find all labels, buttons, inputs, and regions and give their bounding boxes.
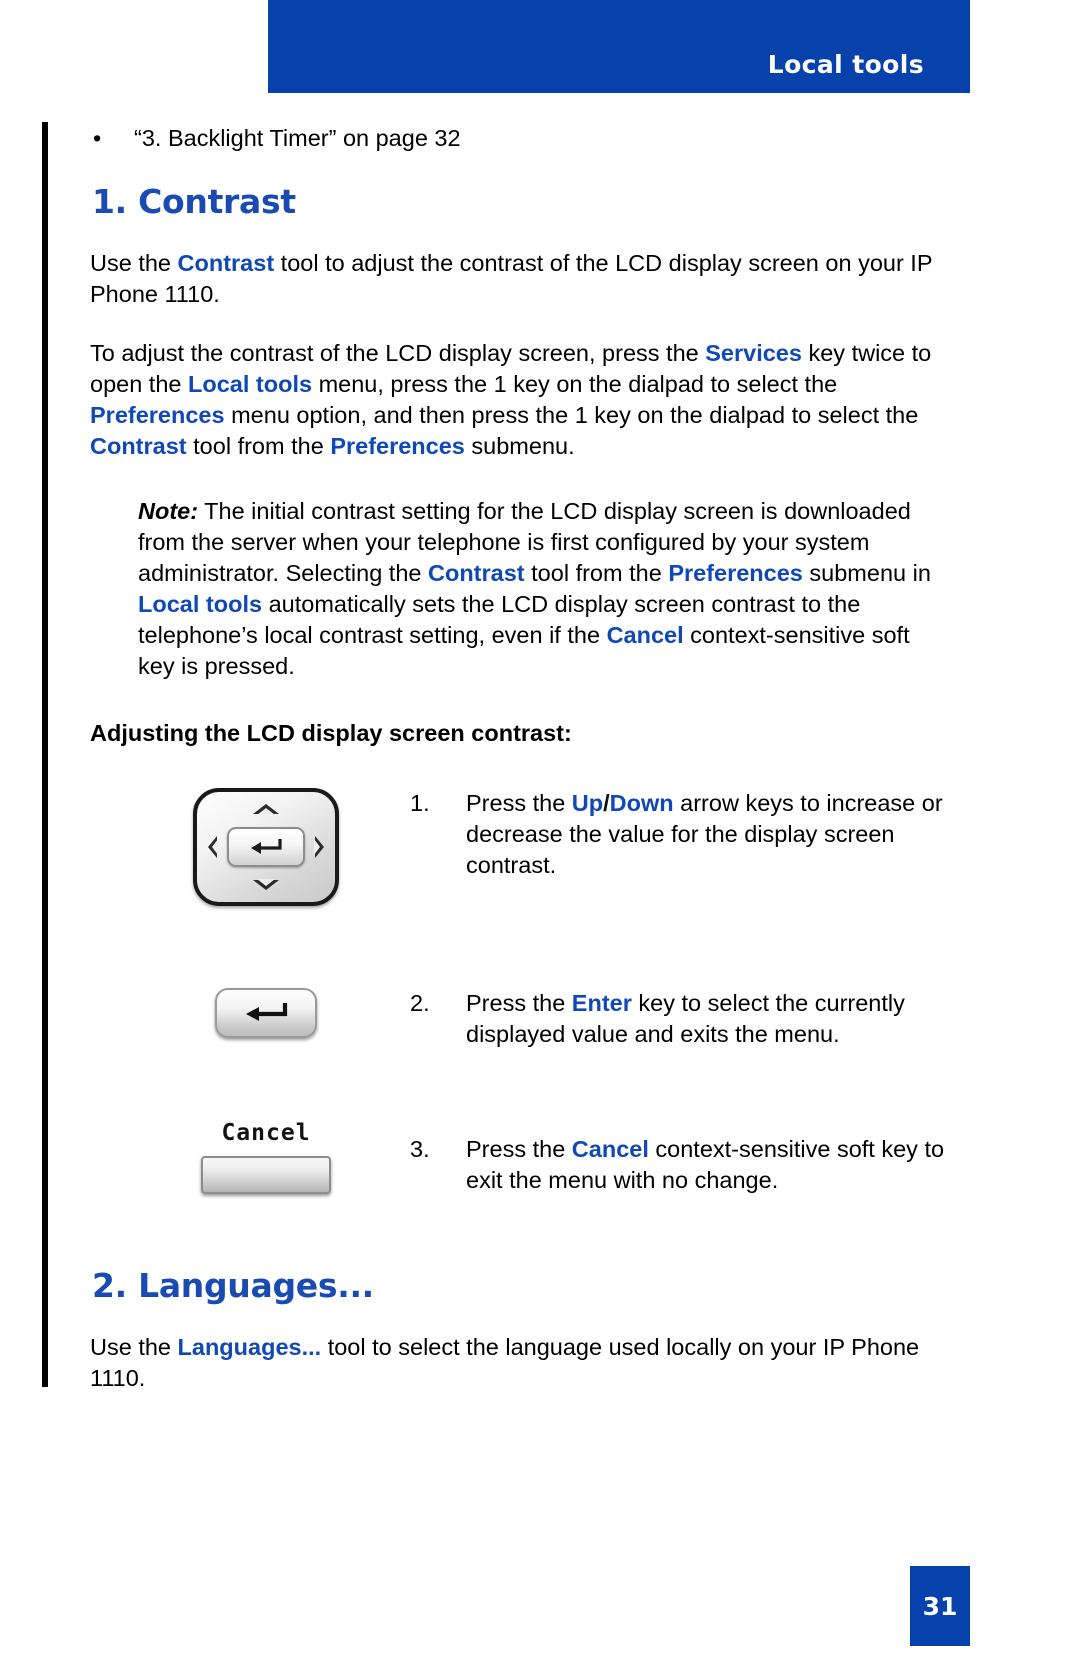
procedure-step: 1. Press the Up/Down arrow keys to incre… [90, 788, 950, 938]
page-number: 31 [922, 1591, 958, 1621]
languages-intro-paragraph: Use the Languages... tool to select the … [90, 1332, 950, 1394]
text-fragment: menu option, and then press the 1 key on… [224, 402, 919, 428]
keyword-local-tools: Local tools [188, 371, 313, 397]
text-fragment: Press the [466, 1136, 572, 1162]
text-fragment: Press the [466, 990, 572, 1016]
step-text: 1. Press the Up/Down arrow keys to incre… [410, 788, 950, 881]
navigation-cluster-icon [193, 788, 339, 906]
text-fragment: tool from the [524, 560, 669, 586]
page-header-title: Local tools [767, 50, 924, 79]
arrow-right-inner [314, 839, 320, 855]
cancel-softkey-icon [201, 1156, 331, 1194]
section-heading-languages: 2. Languages... [92, 1266, 374, 1305]
contrast-intro-paragraph: Use the Contrast tool to adjust the cont… [90, 248, 950, 310]
keyword-cancel: Cancel [606, 622, 684, 648]
text-fragment: submenu. [464, 433, 575, 459]
left-margin-rule [42, 122, 48, 1387]
enter-key-icon [215, 988, 317, 1038]
procedure-step: 2. Press the Enter key to select the cur… [90, 966, 950, 1094]
step-number: 2. [410, 990, 430, 1016]
procedure-step: Cancel 3. Press the Cancel context-sensi… [90, 1120, 950, 1240]
keyword-preferences: Preferences [90, 402, 225, 428]
keyword-services: Services [705, 340, 802, 366]
step-figure [166, 988, 366, 1038]
enter-return-icon [251, 839, 282, 854]
note-label: Note: [138, 498, 199, 524]
procedure-heading: Adjusting the LCD display screen contras… [90, 720, 572, 746]
procedure-steps: 1. Press the Up/Down arrow keys to incre… [90, 788, 950, 1240]
step-figure: Cancel [166, 1120, 366, 1194]
text-fragment: tool from the [186, 433, 331, 459]
text-fragment: To adjust the contrast of the LCD displa… [90, 340, 706, 366]
bullet-icon: • [93, 125, 102, 151]
keyword-local-tools: Local tools [138, 591, 263, 617]
text-fragment: Press the [466, 790, 572, 816]
keyword-contrast: Contrast [90, 433, 187, 459]
contrast-procedure-paragraph: To adjust the contrast of the LCD displa… [90, 338, 950, 462]
step-figure [166, 788, 366, 906]
softkey-label: Cancel [221, 1120, 311, 1146]
arrow-down-inner [257, 879, 275, 886]
arrow-up-inner [257, 808, 275, 815]
note-block: Note: The initial contrast setting for t… [138, 496, 938, 682]
section-heading-contrast: 1. Contrast [92, 182, 296, 221]
keyword-preferences: Preferences [330, 433, 465, 459]
step-text: 3. Press the Cancel context-sensitive so… [410, 1120, 950, 1196]
page-footer-bar: 31 [910, 1566, 970, 1646]
enter-return-icon [246, 1003, 288, 1021]
arrow-left-inner [212, 839, 218, 855]
step-number: 3. [410, 1136, 430, 1162]
cross-reference-item: • “3. Backlight Timer” on page 32 [90, 122, 950, 154]
keyword-preferences: Preferences [668, 560, 803, 586]
text-fragment: Use the [90, 1334, 178, 1360]
page-header-bar: Local tools [268, 0, 970, 93]
keyword-up: Up [571, 790, 604, 816]
keyword-contrast: Contrast [428, 560, 525, 586]
page-content: • “3. Backlight Timer” on page 32 1. Con… [90, 122, 950, 1422]
text-fragment: submenu in [802, 560, 931, 586]
keyword-languages: Languages... [177, 1334, 322, 1360]
cross-reference-label: “3. Backlight Timer” on page 32 [134, 125, 461, 151]
text-fragment: menu, press the 1 key on the dialpad to … [312, 371, 838, 397]
step-number: 1. [410, 790, 430, 816]
keyword-enter: Enter [571, 990, 632, 1016]
step-text: 2. Press the Enter key to select the cur… [410, 966, 950, 1050]
keyword-contrast: Contrast [177, 250, 275, 276]
keyword-cancel: Cancel [571, 1136, 649, 1162]
keyword-down: Down [609, 790, 674, 816]
enter-key-center [227, 827, 305, 867]
text-fragment: Use the [90, 250, 178, 276]
